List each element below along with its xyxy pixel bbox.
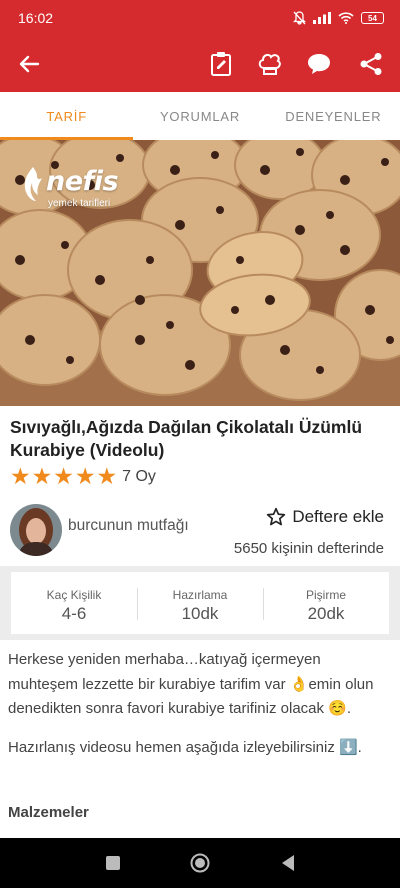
app-bar xyxy=(0,36,400,92)
brand-subtitle: yemek tarifleri xyxy=(48,198,111,209)
wifi-icon xyxy=(338,12,354,24)
star-icon: ★ xyxy=(31,463,53,489)
description-video-note: Hazırlanış videosu hemen aşağıda izleyeb… xyxy=(8,738,362,756)
flame-logo-icon xyxy=(24,167,42,201)
share-icon[interactable] xyxy=(357,50,385,78)
status-bar: 16:02 54 xyxy=(0,0,400,36)
recipe-info-box: Kaç Kişilik 4-6 Hazırlama 10dk Pişirme 2… xyxy=(0,566,400,640)
tab-tried[interactable]: DENEYENLER xyxy=(267,92,400,140)
status-time: 16:02 xyxy=(18,10,54,26)
description-intro: Herkese yeniden merhaba…katıyağ içermeye… xyxy=(8,651,374,717)
recipe-title: Sıvıyağlı,Ağızda Dağılan Çikolatalı Üzüm… xyxy=(10,417,363,460)
ingredients-heading: Malzemeler xyxy=(8,804,89,821)
notes-icon[interactable] xyxy=(207,50,235,78)
brand-name: nefis xyxy=(46,166,119,197)
rating[interactable]: ★ ★ ★ ★ ★ 7 Oy xyxy=(10,465,156,488)
info-prep-time: Hazırlama 10dk xyxy=(137,572,263,634)
home-icon[interactable] xyxy=(190,853,210,873)
star-icon: ★ xyxy=(10,463,31,489)
star-icon: ★ xyxy=(96,463,118,489)
star-icon: ★ xyxy=(53,463,74,489)
star-icon: ★ xyxy=(74,463,96,489)
comment-icon[interactable] xyxy=(305,50,333,78)
info-label: Hazırlama xyxy=(172,588,228,602)
tab-recipe[interactable]: TARİF xyxy=(0,92,134,140)
info-value: 10dk xyxy=(181,604,219,623)
recipe-photo: nefis yemek tarifleri xyxy=(0,140,400,406)
recents-icon[interactable] xyxy=(103,853,123,873)
signal-icon xyxy=(313,12,331,24)
chef-hat-icon[interactable] xyxy=(256,50,284,78)
info-label: Pişirme xyxy=(305,588,346,602)
add-to-notebook-button[interactable]: Deftere ekle xyxy=(266,507,384,527)
tab-comments[interactable]: YORUMLAR xyxy=(133,92,266,140)
author-name[interactable]: burcunun mutfağı xyxy=(68,517,189,535)
rating-count: 7 Oy xyxy=(122,467,156,485)
back-nav-icon[interactable] xyxy=(278,853,298,873)
info-value: 4-6 xyxy=(61,604,87,623)
notebook-count: 5650 kişinin defterinde xyxy=(233,540,384,557)
avatar[interactable] xyxy=(10,504,62,556)
info-value: 20dk xyxy=(307,604,345,623)
recipe-info-card: Kaç Kişilik 4-6 Hazırlama 10dk Pişirme 2… xyxy=(11,572,389,634)
author-row[interactable]: burcunun mutfağı xyxy=(10,504,189,556)
mute-bell-icon xyxy=(293,11,306,25)
info-cook-time: Pişirme 20dk xyxy=(263,572,389,634)
star-outline-icon xyxy=(267,507,286,526)
info-servings: Kaç Kişilik 4-6 xyxy=(11,572,137,634)
recipe-description: Herkese yeniden merhaba…katıyağ içermeye… xyxy=(8,648,394,760)
tab-bar: TARİF YORUMLAR DENEYENLER xyxy=(0,92,400,140)
status-icons: 54 xyxy=(293,11,384,25)
add-to-notebook-label: Deftere ekle xyxy=(292,507,384,526)
back-icon[interactable] xyxy=(15,50,43,78)
battery-indicator: 54 xyxy=(361,12,384,24)
info-label: Kaç Kişilik xyxy=(46,588,102,602)
system-nav-bar xyxy=(0,838,400,888)
